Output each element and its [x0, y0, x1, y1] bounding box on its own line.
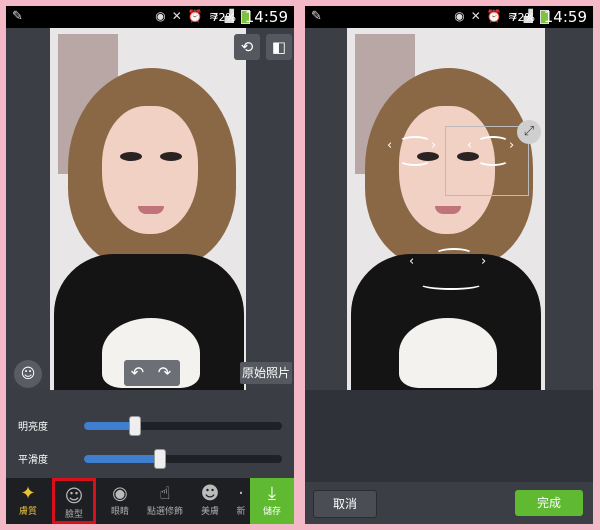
- person-plus-icon: ☻: [200, 483, 220, 504]
- tab-skin[interactable]: ✦ 膚質: [8, 478, 48, 524]
- original-photo-button[interactable]: 原始照片: [240, 362, 292, 384]
- undo-redo-group: ↶ ↷: [124, 360, 180, 386]
- chevron-left-icon[interactable]: ‹: [409, 254, 414, 269]
- action-bar: 取消 完成: [305, 482, 593, 524]
- done-button[interactable]: 完成: [515, 490, 583, 516]
- save-label: 儲存: [262, 507, 281, 517]
- tab-face-shape-label: 臉型: [64, 510, 83, 520]
- sweater-heart: [399, 318, 497, 388]
- resize-handle-icon[interactable]: ⤢: [517, 120, 541, 144]
- status-bar: ✎ ◉ ✕ ⏰ ≋ ▟ 72% 14:59: [6, 6, 294, 28]
- brightness-slider[interactable]: [84, 416, 282, 436]
- face-shape-canvas[interactable]: ‹ › ‹ › ‹ › ⤢: [347, 28, 545, 390]
- smoothness-label: 平滑度: [18, 455, 48, 466]
- battery-percent-right: 72%: [510, 11, 535, 24]
- photo-margin-right: [545, 28, 593, 390]
- download-icon: ⤓: [268, 483, 276, 504]
- selection-box[interactable]: [445, 126, 529, 196]
- right-eye: [160, 152, 182, 161]
- smoothness-fill: [84, 455, 160, 463]
- face: [102, 106, 198, 234]
- tab-eyes[interactable]: ◉ 眼睛: [100, 478, 140, 524]
- mute-icon: ✕: [470, 9, 481, 23]
- left-eye-guide-bottom[interactable]: [399, 154, 431, 166]
- redo-button[interactable]: ↷: [151, 360, 178, 386]
- alarm-icon: ⏰: [486, 9, 502, 23]
- tab-beautify-label: 美膚: [200, 507, 219, 517]
- clock-right: 14:59: [543, 8, 587, 26]
- cancel-button[interactable]: 取消: [313, 490, 377, 518]
- tab-touch-up[interactable]: ☝ 點選修飾: [142, 478, 188, 524]
- pencil-icon: ✎: [311, 9, 322, 24]
- brightness-label: 明亮度: [18, 422, 48, 433]
- save-button[interactable]: ⤓ 儲存: [250, 478, 294, 524]
- adjustment-panel: 明亮度 平滑度: [6, 390, 294, 478]
- left-screen: ✎ ◉ ✕ ⏰ ≋ ▟ 72% 14:59 ⟲ ◧ ☺ ↶↷ 原始照片 明亮度: [6, 6, 294, 524]
- chevron-right-icon[interactable]: ›: [431, 138, 436, 153]
- photo-margin-left: [305, 28, 347, 390]
- tab-face-shape[interactable]: ☺ 臉型: [52, 478, 96, 524]
- eye-icon: ◉: [112, 483, 128, 504]
- clock: 14:59: [244, 8, 288, 26]
- mouth: [435, 206, 461, 214]
- left-eye: [120, 152, 142, 161]
- eye-status-icon: ◉: [155, 9, 166, 23]
- left-eye-guide-top[interactable]: [399, 136, 431, 148]
- face-detect-button[interactable]: ☺: [14, 360, 42, 388]
- empty-panel: [305, 390, 593, 482]
- right-screen: ✎ ◉ ✕ ⏰ ≋ ▟ 72% 14:59 ‹ › ‹ › ‹ › ⤢ 取消 完…: [305, 6, 593, 524]
- chevron-left-icon[interactable]: ‹: [387, 138, 392, 153]
- battery-percent: 72%: [211, 11, 236, 24]
- tab-skin-label: 膚質: [18, 507, 37, 517]
- tab-eyes-label: 眼睛: [110, 507, 129, 517]
- brightness-fill: [84, 422, 134, 430]
- lip-guide[interactable]: [435, 248, 473, 260]
- tab-more-label: 新: [236, 507, 246, 517]
- more-icon: ·: [238, 483, 244, 504]
- photo-margin-left: [6, 28, 50, 390]
- undo-button[interactable]: ↶: [124, 360, 151, 386]
- mouth: [138, 206, 164, 214]
- alarm-icon: ⏰: [187, 9, 203, 23]
- brightness-knob[interactable]: [128, 416, 141, 436]
- tab-more[interactable]: · 新: [232, 478, 250, 524]
- face-icon: ☺: [64, 486, 84, 507]
- smoothness-slider[interactable]: [84, 449, 282, 469]
- mute-icon: ✕: [171, 9, 182, 23]
- tab-beautify[interactable]: ☻ 美膚: [190, 478, 230, 524]
- status-bar-right: ✎ ◉ ✕ ⏰ ≋ ▟ 72% 14:59: [305, 6, 593, 28]
- photo-canvas[interactable]: [50, 28, 246, 390]
- tap-icon: ☝: [159, 483, 171, 504]
- chevron-right-icon[interactable]: ›: [481, 254, 486, 269]
- rotate-button[interactable]: ⟲: [234, 34, 260, 60]
- smoothness-knob[interactable]: [154, 449, 167, 469]
- jaw-guide[interactable]: [419, 278, 483, 290]
- eye-status-icon: ◉: [454, 9, 465, 23]
- photo-margin-right: [246, 28, 294, 390]
- compare-button[interactable]: ◧: [266, 34, 292, 60]
- tab-touch-up-label: 點選修飾: [146, 507, 183, 517]
- pencil-icon: ✎: [12, 9, 23, 24]
- magic-wand-icon: ✦: [20, 483, 36, 504]
